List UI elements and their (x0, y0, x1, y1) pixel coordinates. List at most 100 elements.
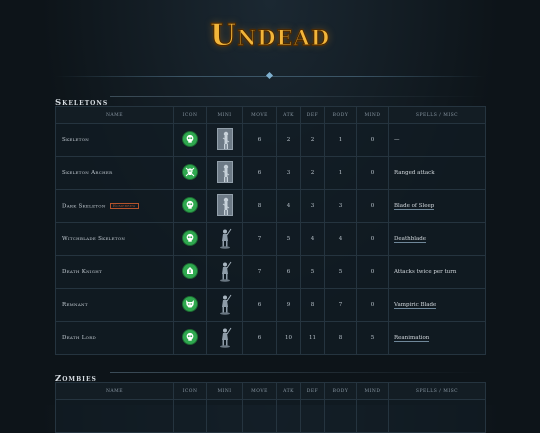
spell-link[interactable]: Vampiric Blade (394, 302, 437, 309)
unit-name-cell: Skeleton (55, 123, 174, 157)
empty-cell (206, 399, 243, 433)
unit-name-cell: Dark Skeleton Homebrew (55, 189, 174, 223)
move-value: 7 (242, 222, 277, 256)
defend-value: 11 (300, 321, 325, 355)
unit-mini-cell (206, 189, 243, 223)
move-value: 7 (242, 255, 277, 289)
unit-name: Skeleton (62, 137, 90, 143)
unit-name: Remnant (62, 302, 88, 308)
column-header: Mini (206, 382, 243, 400)
body-value: 4 (324, 222, 357, 256)
unit-name-cell: Death Knight (55, 255, 174, 289)
misc-cell: — (388, 123, 486, 157)
crossed-bones-icon (183, 165, 197, 179)
table-row: Death Knight 7 6 5 5 0 Attacks twice per turn (55, 255, 486, 289)
unit-mini-cell (206, 156, 243, 190)
mind-value: 0 (356, 156, 389, 190)
attack-value: 2 (276, 123, 301, 157)
body-value: 8 (324, 321, 357, 355)
table-row: Skeleton Archer 6 3 2 1 0 Ranged attack (55, 156, 486, 190)
section-heading: Zombies (55, 366, 485, 384)
column-header: Mind (356, 382, 389, 400)
column-header: Icon (173, 382, 207, 400)
column-header: Def (300, 382, 325, 400)
body-value: 5 (324, 255, 357, 289)
table-header-row: Name Icon Mini Move Atk Def Body Mind Spells / M… (55, 382, 486, 400)
body-value: 1 (324, 156, 357, 190)
column-header: Def (300, 106, 325, 124)
move-value: 6 (242, 123, 277, 157)
unit-name-cell: Remnant (55, 288, 174, 322)
section-heading: Skeletons (55, 90, 485, 108)
unit-name-cell: Death Lord (55, 321, 174, 355)
homebrew-badge: Homebrew (109, 202, 139, 209)
spell-cell: Deathblade (388, 222, 486, 256)
unit-name: Dark Skeleton (62, 203, 106, 210)
empty-cell (356, 399, 389, 433)
unit-name-cell: Witchblade Skeleton (55, 222, 174, 256)
unit-mini-cell (206, 321, 243, 355)
page-header: Undead (0, 18, 540, 54)
empty-cell (242, 399, 277, 433)
attack-value: 5 (276, 222, 301, 256)
unit-mini-cell (206, 255, 243, 289)
column-header: Icon (173, 106, 207, 124)
helm-icon (183, 264, 197, 278)
unit-icon-cell (173, 156, 207, 190)
miniature-figure-icon (217, 227, 233, 249)
unit-mini-cell (206, 222, 243, 256)
skull-icon (183, 330, 197, 344)
empty-cell (388, 399, 486, 433)
demon-skull-icon (183, 297, 197, 311)
miniature-figure-icon (217, 326, 233, 348)
move-value: 6 (242, 321, 277, 355)
spell-link[interactable]: Deathblade (394, 236, 427, 243)
column-header: Name (55, 106, 174, 124)
column-header: Spells / Misc (388, 106, 486, 124)
empty-cell (55, 399, 174, 433)
miniature-figure-icon (217, 293, 233, 315)
attack-value: 9 (276, 288, 301, 322)
empty-cell (173, 399, 207, 433)
defend-value: 8 (300, 288, 325, 322)
unit-table: Name Icon Mini Move Atk Def Body Mind Spells / M… (55, 106, 486, 355)
column-header: Move (242, 382, 277, 400)
empty-cell (276, 399, 301, 433)
body-value: 3 (324, 189, 357, 223)
table-row: Skeleton 6 2 2 1 0— (55, 123, 486, 157)
mind-value: 0 (356, 189, 389, 223)
unit-icon-cell (173, 321, 207, 355)
unit-table: Name Icon Mini Move Atk Def Body Mind Spells / M… (55, 382, 486, 433)
column-header: Atk (276, 106, 301, 124)
column-header: Name (55, 382, 174, 400)
column-header: Atk (276, 382, 301, 400)
diamond-ornament-icon (265, 71, 274, 80)
table-header-row: Name Icon Mini Move Atk Def Body Mind Spells / M… (55, 106, 486, 124)
body-value: 1 (324, 123, 357, 157)
empty-cell (300, 399, 325, 433)
unit-name: Death Knight (62, 269, 103, 275)
unit-name-cell: Skeleton Archer (55, 156, 174, 190)
spell-cell: Blade of Sleep (388, 189, 486, 223)
column-header: Mind (356, 106, 389, 124)
empty-cell (324, 399, 357, 433)
mind-value: 0 (356, 222, 389, 256)
mind-value: 0 (356, 288, 389, 322)
table-row: Remnant 6 9 8 7 0 Vampiric Blade (55, 288, 486, 322)
unit-icon-cell (173, 189, 207, 223)
unit-icon-cell (173, 123, 207, 157)
miniature-figure-icon (216, 128, 233, 150)
move-value: 6 (242, 288, 277, 322)
spell-link[interactable]: Reanimation (394, 335, 430, 342)
unit-icon-cell (173, 288, 207, 322)
skull-icon (183, 198, 197, 212)
attack-value: 3 (276, 156, 301, 190)
skull-icon (183, 231, 197, 245)
unit-name: Skeleton Archer (62, 170, 113, 176)
spell-link[interactable]: Blade of Sleep (394, 203, 435, 210)
defend-value: 2 (300, 156, 325, 190)
miniature-figure-icon (217, 260, 233, 282)
misc-cell: Attacks twice per turn (388, 255, 486, 289)
move-value: 6 (242, 156, 277, 190)
unit-name: Witchblade Skeleton (62, 236, 126, 242)
